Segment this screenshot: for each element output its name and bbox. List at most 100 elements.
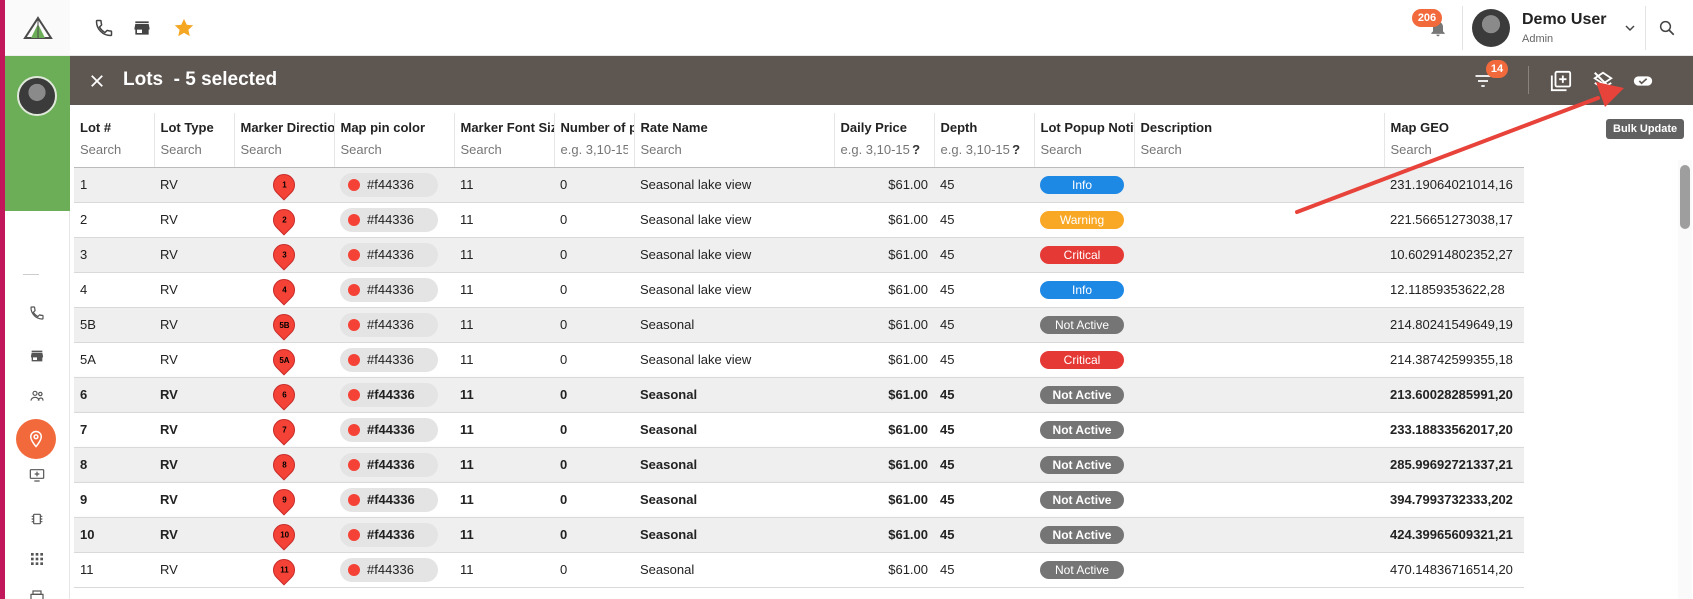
- sidebar-item-people[interactable]: [25, 384, 49, 408]
- number-of-people-cell: 0: [554, 517, 634, 553]
- sidebar-item-apps[interactable]: [25, 547, 49, 571]
- column-header[interactable]: Marker Direction: [234, 113, 335, 135]
- lot-number-cell: 4: [74, 272, 154, 308]
- color-value: #f44336: [367, 457, 415, 472]
- table-row[interactable]: 11 RV 11 #f44336 11 0 Seasonal $61.00 45 Not Acti…: [74, 552, 1524, 588]
- add-lot-button[interactable]: [1548, 68, 1574, 94]
- map-marker-icon: 3: [268, 238, 300, 271]
- lot-type-cell: RV: [154, 552, 234, 588]
- sidebar-item-lots[interactable]: [16, 419, 56, 459]
- column-filter-cell: ?: [834, 135, 935, 168]
- column-header[interactable]: Depth: [934, 113, 1035, 135]
- column-search-input[interactable]: [560, 141, 628, 157]
- clear-selection-button[interactable]: [84, 68, 110, 94]
- column-header[interactable]: Map GEO: [1384, 113, 1524, 135]
- column-header[interactable]: Map pin color: [334, 113, 455, 135]
- rate-name-cell: Seasonal: [634, 517, 834, 553]
- lots-table: Lot # Lot Type Marker Direction Map pin col…: [74, 113, 1524, 588]
- map-pin-color-cell: #f44336: [334, 412, 454, 448]
- vertical-scrollbar-thumb[interactable]: [1680, 165, 1690, 229]
- description-cell: [1134, 552, 1384, 588]
- column-search-input[interactable]: [1390, 141, 1518, 157]
- lot-number-cell: 10: [74, 517, 154, 553]
- filter-help-icon[interactable]: ?: [1012, 142, 1020, 157]
- color-chip[interactable]: #f44336: [340, 452, 438, 477]
- column-filter-cell: [334, 135, 455, 168]
- column-search-input[interactable]: [1140, 141, 1378, 157]
- sidebar-item-devices[interactable]: [25, 507, 49, 531]
- table-row[interactable]: 3 RV 3 #f44336 11 0 Seasonal lake view $61.00 45…: [74, 237, 1524, 273]
- color-chip[interactable]: #f44336: [340, 487, 438, 512]
- column-header[interactable]: Lot #: [74, 113, 155, 135]
- phone-icon: [95, 19, 113, 37]
- lot-number-cell: 3: [74, 237, 154, 273]
- description-cell: [1134, 412, 1384, 448]
- table-row[interactable]: 5A RV 5A #f44336 11 0 Seasonal lake view $61.00…: [74, 342, 1524, 378]
- filter-help-icon[interactable]: ?: [912, 142, 920, 157]
- color-chip[interactable]: #f44336: [340, 382, 438, 407]
- color-chip[interactable]: #f44336: [340, 207, 438, 232]
- bulk-update-tooltip: Bulk Update: [1606, 119, 1685, 139]
- bulk-update-button[interactable]: [1630, 68, 1656, 94]
- table-row[interactable]: 2 RV 2 #f44336 11 0 Seasonal lake view $61.00 45…: [74, 202, 1524, 238]
- topbar-favorite-button[interactable]: [172, 16, 196, 40]
- table-row[interactable]: 4 RV 4 #f44336 11 0 Seasonal lake view $61.00 45…: [74, 272, 1524, 308]
- sidebar-item-queue[interactable]: [25, 463, 49, 487]
- column-header[interactable]: Description: [1134, 113, 1385, 135]
- column-search-input[interactable]: [80, 141, 148, 157]
- rate-name-cell: Seasonal lake view: [634, 167, 834, 203]
- column-header[interactable]: Marker Font Size: [454, 113, 555, 135]
- table-row[interactable]: 10 RV 10 #f44336 11 0 Seasonal $61.00 45 Not Acti…: [74, 517, 1524, 553]
- table-row[interactable]: 1 RV 1 #f44336 11 0 Seasonal lake view $61.00 45…: [74, 167, 1524, 203]
- table-row[interactable]: 9 RV 9 #f44336 11 0 Seasonal $61.00 45 Not Active…: [74, 482, 1524, 518]
- column-search-input[interactable]: [240, 141, 328, 157]
- user-menu-toggle[interactable]: [1618, 16, 1642, 40]
- color-chip[interactable]: #f44336: [340, 172, 438, 197]
- column-header[interactable]: Number of people: [554, 113, 635, 135]
- sidebar-item-store[interactable]: [25, 344, 49, 368]
- sidebar-avatar[interactable]: [17, 76, 57, 116]
- column-search-input[interactable]: [460, 141, 548, 157]
- map-geo-cell: 213.60028285991,20: [1384, 377, 1524, 413]
- layers-off-button[interactable]: [1590, 68, 1616, 94]
- table-row[interactable]: 7 RV 7 #f44336 11 0 Seasonal $61.00 45 Not Active…: [74, 412, 1524, 448]
- column-header[interactable]: Lot Popup Notification: [1034, 113, 1135, 135]
- marker-label: 7: [281, 425, 287, 435]
- number-of-people-cell: 0: [554, 202, 634, 238]
- table-row[interactable]: 8 RV 8 #f44336 11 0 Seasonal $61.00 45 Not Active…: [74, 447, 1524, 483]
- depth-cell: 45: [934, 202, 1034, 238]
- map-geo-cell: 285.99692721337,21: [1384, 447, 1524, 483]
- app-logo[interactable]: [5, 0, 70, 56]
- depth-cell: 45: [934, 377, 1034, 413]
- color-chip[interactable]: #f44336: [340, 522, 438, 547]
- column-header[interactable]: Daily Price: [834, 113, 935, 135]
- column-search-input[interactable]: [160, 141, 228, 157]
- color-chip[interactable]: #f44336: [340, 347, 438, 372]
- column-search-input[interactable]: [840, 141, 911, 157]
- column-search-input[interactable]: [340, 141, 448, 157]
- table-row[interactable]: 5B RV 5B #f44336 11 0 Seasonal $61.00 45 Not Acti…: [74, 307, 1524, 343]
- sidebar-item-phone[interactable]: [25, 301, 49, 325]
- marker-label: 8: [281, 460, 287, 470]
- table-row[interactable]: 6 RV 6 #f44336 11 0 Seasonal $61.00 45 Not Active…: [74, 377, 1524, 413]
- global-search-button[interactable]: [1655, 16, 1679, 40]
- description-cell: [1134, 202, 1384, 238]
- column-search-input[interactable]: [640, 141, 828, 157]
- column-header[interactable]: Lot Type: [154, 113, 235, 135]
- color-chip[interactable]: #f44336: [340, 277, 438, 302]
- column-header[interactable]: Rate Name: [634, 113, 835, 135]
- column-search-input[interactable]: [940, 141, 1011, 157]
- topbar-divider: [1462, 6, 1463, 50]
- column-search-input[interactable]: [1040, 141, 1128, 157]
- color-chip[interactable]: #f44336: [340, 242, 438, 267]
- user-avatar[interactable]: [1472, 9, 1510, 47]
- topbar-phone-button[interactable]: [92, 16, 116, 40]
- description-cell: [1134, 307, 1384, 343]
- search-icon: [1659, 20, 1675, 36]
- color-chip[interactable]: #f44336: [340, 557, 438, 582]
- color-chip[interactable]: #f44336: [340, 312, 438, 337]
- lot-type-cell: RV: [154, 447, 234, 483]
- sidebar-item-print[interactable]: [25, 585, 49, 599]
- color-chip[interactable]: #f44336: [340, 417, 438, 442]
- topbar-store-button[interactable]: [130, 16, 154, 40]
